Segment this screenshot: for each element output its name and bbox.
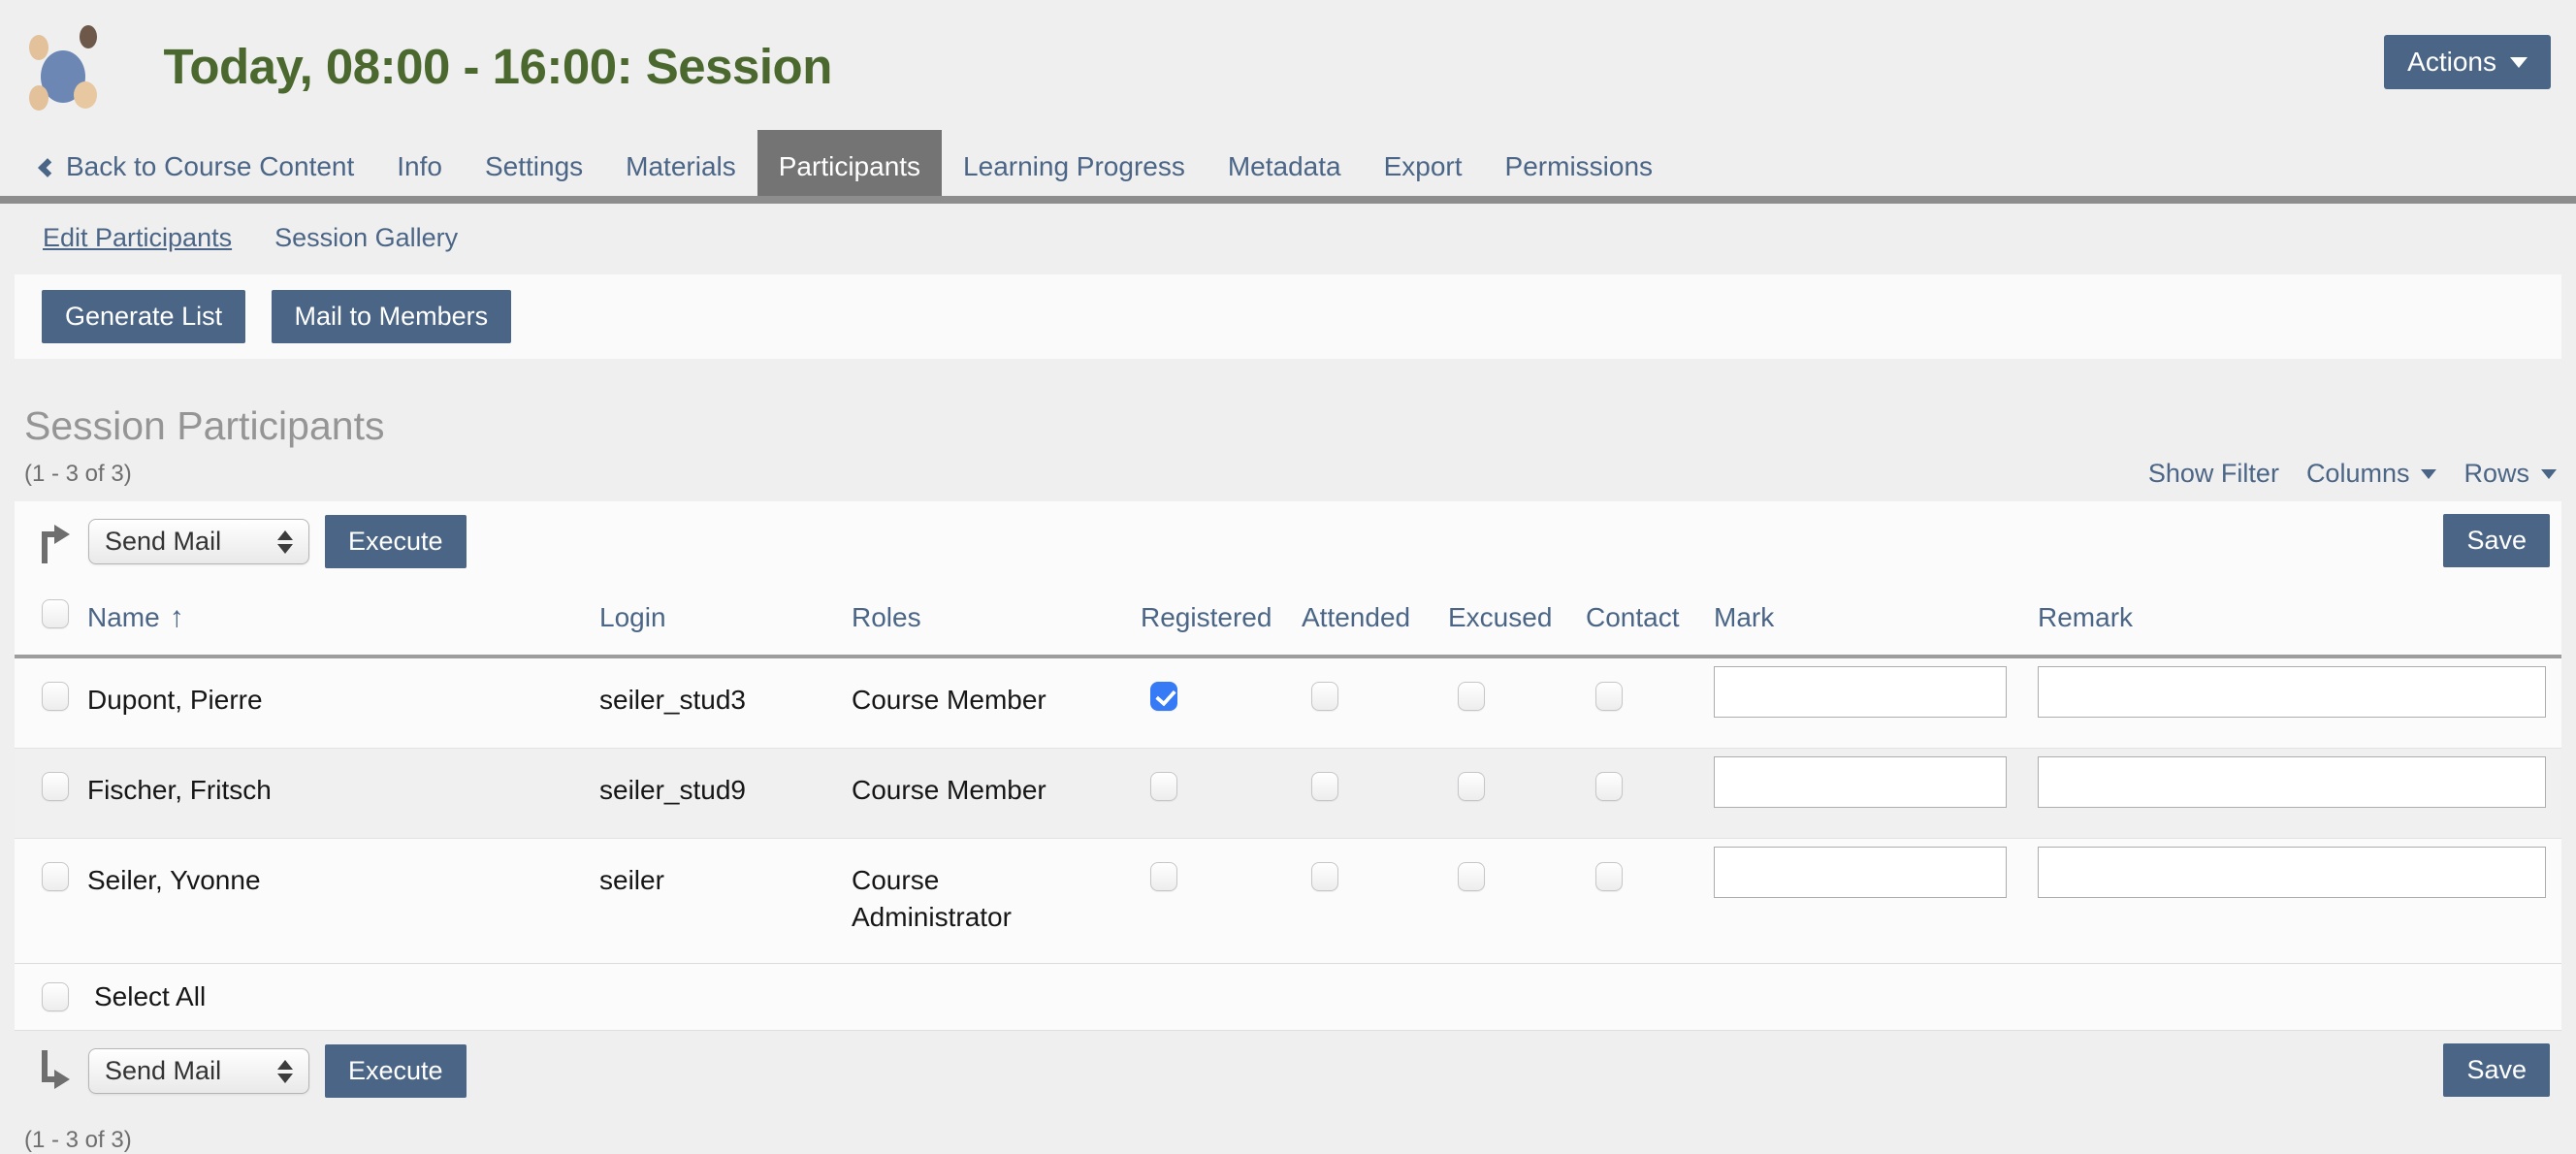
save-button-top[interactable]: Save: [2443, 514, 2550, 567]
excused-checkbox[interactable]: [1458, 682, 1485, 711]
table-row: Fischer, Fritsch seiler_stud9 Course Mem…: [15, 749, 2561, 839]
table-row: Seiler, Yvonne seiler Course Administrat…: [15, 839, 2561, 964]
cell-roles: Course Member: [852, 657, 1141, 749]
contact-checkbox[interactable]: [1595, 862, 1623, 891]
cell-login: seiler: [599, 839, 852, 964]
table-bottom-action-bar: Send Mail Execute Save: [15, 1030, 2561, 1111]
subtab-edit-participants[interactable]: Edit Participants: [43, 223, 232, 253]
tab-metadata[interactable]: Metadata: [1207, 138, 1363, 196]
remark-input[interactable]: [2038, 756, 2546, 808]
tab-participants[interactable]: Participants: [757, 130, 942, 196]
select-stepper-icon: [277, 530, 293, 554]
excused-checkbox[interactable]: [1458, 772, 1485, 801]
select-all-label: Select All: [94, 981, 206, 1012]
row-select-checkbox[interactable]: [42, 682, 69, 711]
table-row: Dupont, Pierre seiler_stud3 Course Membe…: [15, 657, 2561, 749]
column-header-roles[interactable]: Roles: [852, 582, 1141, 657]
chevron-down-icon: [2541, 469, 2557, 479]
result-range-top: (1 - 3 of 3): [24, 461, 132, 487]
tab-bar: Back to Course Content Info Settings Mat…: [0, 130, 2576, 204]
column-header-login[interactable]: Login: [599, 582, 852, 657]
remark-input[interactable]: [2038, 666, 2546, 718]
chevron-down-icon: [2421, 469, 2436, 479]
tab-materials[interactable]: Materials: [604, 138, 757, 196]
back-to-course-content-link[interactable]: Back to Course Content: [25, 138, 375, 196]
cell-roles: Course Administrator: [852, 839, 1141, 964]
mark-input[interactable]: [1714, 756, 2007, 808]
apply-to-selection-up-icon: [36, 519, 71, 565]
participants-table-panel: Send Mail Execute Save Name↑ Login Roles…: [15, 501, 2561, 1111]
tab-permissions[interactable]: Permissions: [1484, 138, 1674, 196]
generate-list-button[interactable]: Generate List: [42, 290, 245, 343]
table-header-row: Name↑ Login Roles Registered Attended Ex…: [15, 582, 2561, 657]
sort-ascending-icon: ↑: [170, 601, 184, 633]
registered-checkbox[interactable]: [1150, 862, 1177, 891]
cell-roles: Course Member: [852, 749, 1141, 839]
table-view-controls: Show Filter Columns Rows: [2148, 459, 2557, 489]
column-header-excused: Excused: [1448, 582, 1586, 657]
tab-settings[interactable]: Settings: [464, 138, 604, 196]
column-header-attended: Attended: [1302, 582, 1448, 657]
result-range-bottom: (1 - 3 of 3): [24, 1127, 2576, 1154]
subtab-session-gallery[interactable]: Session Gallery: [274, 223, 458, 253]
column-header-name[interactable]: Name↑: [87, 582, 599, 657]
mark-input[interactable]: [1714, 666, 2007, 718]
bulk-action-select[interactable]: Send Mail: [88, 519, 309, 564]
registered-checkbox[interactable]: [1150, 682, 1177, 711]
apply-to-selection-down-icon: [36, 1048, 71, 1095]
cell-login: seiler_stud3: [599, 657, 852, 749]
table-meta-row: (1 - 3 of 3) Show Filter Columns Rows: [24, 461, 2552, 496]
sub-tab-bar: Edit Participants Session Gallery: [0, 204, 2576, 253]
page-header: Today, 08:00 - 16:00: Session Actions: [0, 0, 2576, 112]
cell-login: seiler_stud9: [599, 749, 852, 839]
header-select-checkbox[interactable]: [42, 599, 69, 628]
chevron-down-icon: [2510, 57, 2528, 68]
cell-name: Fischer, Fritsch: [87, 749, 599, 839]
attended-checkbox[interactable]: [1311, 862, 1338, 891]
tab-info[interactable]: Info: [375, 138, 464, 196]
select-stepper-icon: [277, 1060, 293, 1083]
row-select-checkbox[interactable]: [42, 862, 69, 891]
rows-dropdown[interactable]: Rows: [2463, 459, 2557, 489]
row-select-checkbox[interactable]: [42, 772, 69, 801]
select-all-row: Select All: [15, 963, 2561, 1030]
save-button-bottom[interactable]: Save: [2443, 1043, 2550, 1097]
bulk-action-select[interactable]: Send Mail: [88, 1048, 309, 1094]
column-header-contact: Contact: [1586, 582, 1714, 657]
attended-checkbox[interactable]: [1311, 682, 1338, 711]
column-header-mark: Mark: [1714, 582, 2038, 657]
select-all-checkbox[interactable]: [42, 982, 69, 1011]
tab-export[interactable]: Export: [1363, 138, 1484, 196]
columns-dropdown[interactable]: Columns: [2306, 459, 2437, 489]
mail-to-members-button[interactable]: Mail to Members: [272, 290, 512, 343]
remark-input[interactable]: [2038, 847, 2546, 898]
session-object-icon: [29, 25, 105, 107]
show-filter-link[interactable]: Show Filter: [2148, 459, 2279, 489]
execute-button-top[interactable]: Execute: [325, 515, 467, 568]
excused-checkbox[interactable]: [1458, 862, 1485, 891]
cell-name: Seiler, Yvonne: [87, 839, 599, 964]
participants-table: Name↑ Login Roles Registered Attended Ex…: [15, 582, 2561, 963]
table-title: Session Participants: [24, 403, 2576, 449]
table-top-action-bar: Send Mail Execute Save: [15, 501, 2561, 582]
registered-checkbox[interactable]: [1150, 772, 1177, 801]
execute-button-bottom[interactable]: Execute: [325, 1044, 467, 1098]
contact-checkbox[interactable]: [1595, 682, 1623, 711]
attended-checkbox[interactable]: [1311, 772, 1338, 801]
actions-button[interactable]: Actions: [2384, 35, 2551, 89]
column-header-remark: Remark: [2038, 582, 2561, 657]
cell-name: Dupont, Pierre: [87, 657, 599, 749]
tab-learning-progress[interactable]: Learning Progress: [942, 138, 1207, 196]
mark-input[interactable]: [1714, 847, 2007, 898]
column-header-registered: Registered: [1141, 582, 1302, 657]
contact-checkbox[interactable]: [1595, 772, 1623, 801]
chevron-left-icon: [38, 158, 57, 177]
toolbar: Generate List Mail to Members: [15, 274, 2561, 359]
page-title: Today, 08:00 - 16:00: Session: [163, 38, 831, 95]
